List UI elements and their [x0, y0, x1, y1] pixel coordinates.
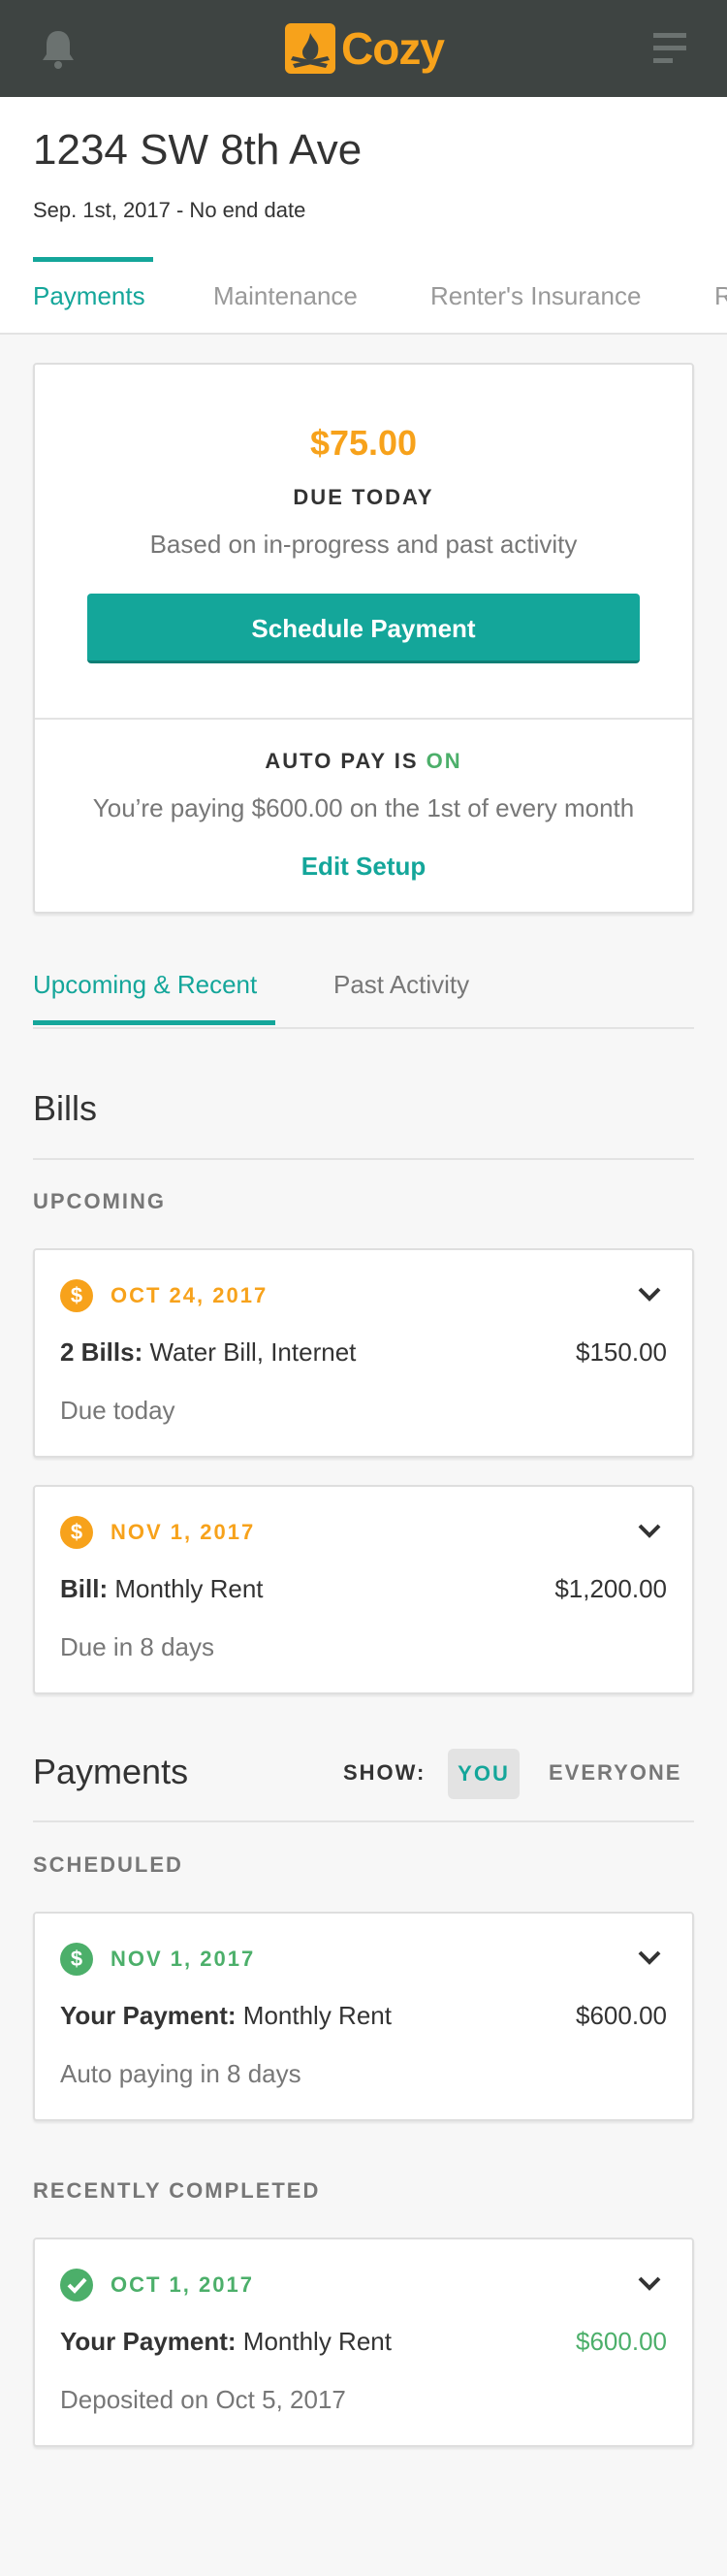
dollar-icon: $: [60, 1279, 93, 1312]
bill-amount: $1,200.00: [554, 1574, 667, 1603]
autopay-prefix: AUTO PAY IS: [265, 749, 419, 773]
due-subtext: Based on in-progress and past activity: [149, 530, 578, 559]
payment-title-prefix: Your Payment:: [60, 2327, 237, 2356]
dollar-icon: $: [60, 1943, 93, 1976]
property-address: 1234 SW 8th Ave: [33, 126, 363, 174]
filter-you-button[interactable]: YOU: [448, 1749, 520, 1799]
bill-date: OCT 24, 2017: [111, 1283, 269, 1307]
payments-title: Payments: [33, 1752, 189, 1791]
due-label: DUE TODAY: [293, 485, 434, 509]
payment-date: NOV 1, 2017: [111, 1947, 256, 1971]
tab-payments[interactable]: Payments: [33, 281, 145, 311]
due-amount: $75.00: [309, 423, 418, 463]
bill-title: 2 Bills: Water Bill, Internet: [60, 1337, 356, 1368]
lease-dates: Sep. 1st, 2017 - No end date: [33, 198, 306, 222]
check-icon: [60, 2269, 93, 2302]
payment-title: Your Payment: Monthly Rent: [60, 2001, 392, 2031]
property-header: 1234 SW 8th Ave Sep. 1st, 2017 - No end …: [0, 97, 727, 335]
payment-title-prefix: Your Payment:: [60, 2001, 237, 2030]
bill-status: Due in 8 days: [60, 1632, 214, 1661]
tab-upcoming-recent[interactable]: Upcoming & Recent: [33, 970, 257, 1000]
scheduled-label: SCHEDULED: [33, 1852, 183, 1877]
show-filter-label: SHOW:: [343, 1760, 427, 1785]
tab-maintenance[interactable]: Maintenance: [213, 281, 358, 311]
chevron-down-icon[interactable]: [636, 1520, 663, 1543]
bill-amount: $150.00: [576, 1337, 667, 1367]
upcoming-label: UPCOMING: [33, 1189, 166, 1213]
bill-date: NOV 1, 2017: [111, 1520, 256, 1544]
bill-title-prefix: 2 Bills:: [60, 1337, 143, 1367]
main-tabs: Payments Maintenance Renter's Insurance …: [0, 268, 727, 335]
active-subtab-indicator: [33, 1020, 275, 1025]
recently-completed-label: RECENTLY COMPLETED: [33, 2178, 321, 2203]
tab-renters-insurance[interactable]: Renter's Insurance: [430, 281, 641, 311]
schedule-payment-button[interactable]: Schedule Payment: [87, 594, 640, 663]
bell-icon[interactable]: [39, 27, 78, 70]
brand-name: Cozy: [341, 23, 445, 74]
campfire-logo-icon: [285, 23, 335, 74]
due-summary-card: $75.00 DUE TODAY Based on in-progress an…: [33, 363, 694, 914]
payment-status: Deposited on Oct 5, 2017: [60, 2385, 346, 2414]
dollar-icon: $: [60, 1516, 93, 1549]
cozy-logo[interactable]: Cozy: [285, 23, 445, 74]
payment-title: Your Payment: Monthly Rent: [60, 2327, 392, 2357]
top-bar: Cozy: [0, 0, 727, 97]
bill-title-prefix: Bill:: [60, 1574, 109, 1603]
divider: [33, 1158, 694, 1160]
active-tab-indicator: [33, 257, 153, 262]
bills-title: Bills: [33, 1088, 98, 1128]
payment-card[interactable]: OCT 1, 2017 Your Payment: Monthly Rent $…: [33, 2238, 694, 2447]
payment-status: Auto paying in 8 days: [60, 2059, 301, 2088]
chevron-down-icon[interactable]: [636, 2272, 663, 2296]
autopay-description: You’re paying $600.00 on the 1st of ever…: [92, 793, 635, 822]
payment-card[interactable]: $ NOV 1, 2017 Your Payment: Monthly Rent…: [33, 1912, 694, 2121]
divider: [33, 1820, 694, 1822]
payment-date: OCT 1, 2017: [111, 2272, 254, 2297]
bill-card[interactable]: $ OCT 24, 2017 2 Bills: Water Bill, Inte…: [33, 1248, 694, 1458]
bill-status: Due today: [60, 1396, 175, 1425]
bill-title: Bill: Monthly Rent: [60, 1574, 264, 1604]
tab-past-activity[interactable]: Past Activity: [333, 970, 469, 1000]
autopay-status: AUTO PAY IS ON: [35, 749, 692, 774]
chevron-down-icon[interactable]: [636, 1283, 663, 1306]
hamburger-menu-icon[interactable]: [649, 31, 688, 66]
bill-title-text: Monthly Rent: [114, 1574, 264, 1603]
payment-title-text: Monthly Rent: [242, 2327, 392, 2356]
edit-setup-link[interactable]: Edit Setup: [35, 852, 692, 882]
divider: [35, 718, 692, 720]
autopay-state: ON: [426, 749, 462, 773]
filter-everyone-button[interactable]: EVERYONE: [549, 1760, 681, 1786]
chevron-down-icon[interactable]: [636, 1947, 663, 1970]
bill-title-text: Water Bill, Internet: [149, 1337, 357, 1367]
subtab-divider: [33, 1027, 694, 1029]
bill-card[interactable]: $ NOV 1, 2017 Bill: Monthly Rent $1,200.…: [33, 1485, 694, 1694]
payment-amount: $600.00: [576, 2001, 667, 2030]
payment-title-text: Monthly Rent: [242, 2001, 392, 2030]
payment-amount: $600.00: [576, 2327, 667, 2356]
tab-overflow[interactable]: R: [714, 281, 727, 311]
